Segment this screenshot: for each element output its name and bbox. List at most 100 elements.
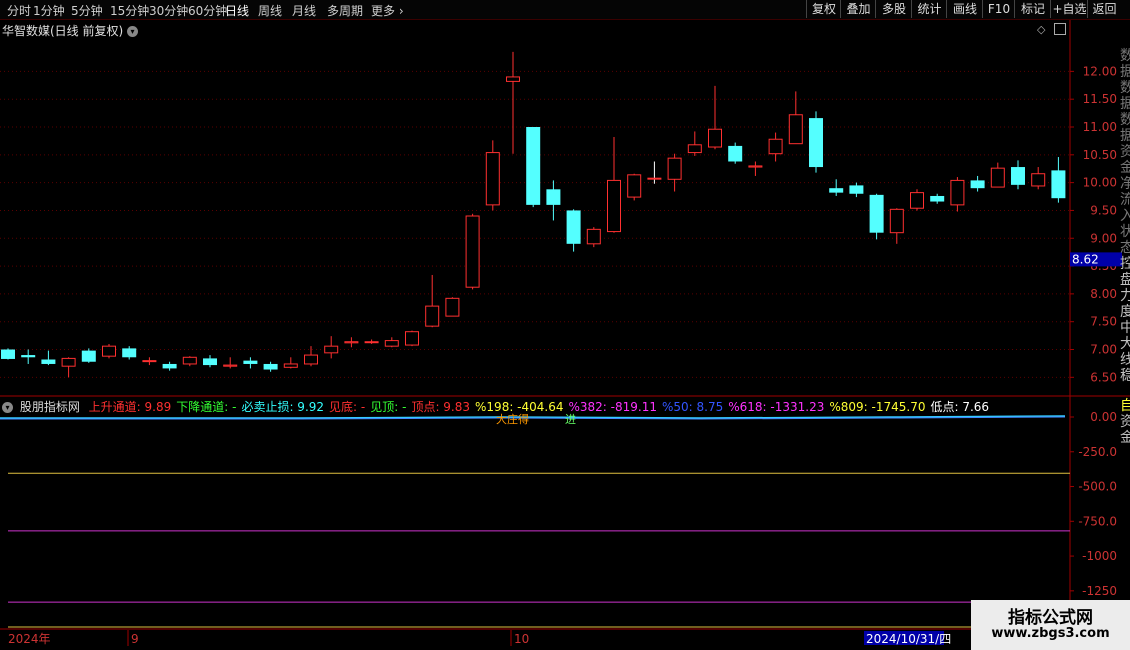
watermark-logo: 指标公式网 www.zbgs3.com: [971, 600, 1130, 650]
candle: [930, 193, 945, 204]
indicator-value-5: 顶点: 9.83: [411, 400, 471, 414]
indicator-header: ▾ 股朋指标网 上升通道: 9.89 下降通道: - 必卖止损: 9.92 见底: -…: [2, 398, 999, 414]
indicator-value-6: %198: -404.64: [475, 400, 564, 414]
candle-body: [223, 364, 238, 367]
kline-chart[interactable]: 12.0011.5011.0010.5010.009.509.008.508.0…: [0, 0, 1130, 650]
candle: [445, 297, 460, 317]
date-month-label: 9: [131, 632, 139, 646]
candle: [950, 177, 965, 212]
candle-body: [263, 363, 278, 370]
side-panel-char: 度: [1120, 304, 1130, 320]
candle-body: [1031, 173, 1046, 187]
indicator-value-8: %50: 8.75: [661, 400, 724, 414]
candle: [21, 349, 36, 364]
indicator-value-4: 见顶: -: [370, 400, 407, 414]
candle: [586, 227, 601, 248]
candle-body: [667, 157, 682, 180]
candle-body: [768, 138, 783, 155]
current-price-label: 8.62: [1072, 252, 1099, 266]
candle-body: [1011, 167, 1025, 185]
candle-body: [728, 145, 743, 162]
candle-body: [748, 165, 763, 168]
indicator-annotation: 大庄得: [496, 412, 529, 426]
candle: [405, 330, 419, 347]
candle-body: [788, 114, 803, 145]
indicator-axis-label: -750.0: [1078, 514, 1117, 528]
candle-body: [930, 195, 945, 202]
side-panel-char: 中: [1120, 320, 1130, 336]
candle: [223, 357, 238, 369]
candle: [728, 142, 743, 164]
candle-body: [990, 167, 1005, 188]
indicator-value-9: %618: -1331.23: [728, 400, 825, 414]
candle-body: [849, 185, 864, 194]
date-month-label: 10: [514, 632, 529, 646]
candle-body: [485, 152, 500, 206]
candle-body: [1051, 170, 1066, 199]
candle: [708, 85, 722, 150]
side-panel-char-lower: 资: [1120, 414, 1130, 430]
side-panel-char: 据: [1120, 128, 1130, 144]
candle: [607, 137, 621, 233]
indicator-axis-label: -1250: [1082, 584, 1117, 598]
candle-body: [122, 348, 137, 358]
candle: [384, 337, 399, 348]
candle: [869, 193, 884, 240]
candle: [61, 357, 76, 378]
candle: [566, 209, 581, 252]
side-panel-char: 数: [1120, 48, 1130, 64]
candle: [829, 179, 844, 196]
candle-body: [81, 350, 96, 362]
candle-body: [142, 360, 157, 363]
side-panel-char: 线: [1120, 352, 1130, 368]
candle: [142, 357, 157, 366]
side-panel-char: 状: [1120, 224, 1130, 240]
price-axis-label: 6.50: [1090, 370, 1117, 384]
indicator-axis-label: -1000: [1082, 549, 1117, 563]
candle-body: [344, 341, 359, 344]
indicator-name[interactable]: 股朋指标网: [20, 400, 80, 414]
side-panel-char: 流: [1120, 192, 1130, 208]
candle-body: [566, 210, 581, 244]
candle-body: [869, 194, 884, 233]
candle: [283, 357, 298, 369]
price-axis-label: 7.00: [1090, 343, 1117, 357]
candle-body: [586, 228, 601, 245]
chevron-down-icon[interactable]: ▾: [2, 402, 13, 413]
candle: [263, 361, 278, 372]
candle: [1031, 167, 1046, 190]
date-year-label: 2024年: [8, 632, 51, 646]
indicator-value-2: 必卖止损: 9.92: [241, 400, 325, 414]
price-axis-label: 12.00: [1083, 64, 1117, 78]
side-panel-char: 盘: [1120, 271, 1130, 288]
side-panel-char: 大: [1120, 336, 1130, 352]
indicator-axis-label: 0.00: [1090, 410, 1117, 424]
candle: [81, 348, 96, 363]
side-panel-char: 稳: [1120, 368, 1130, 384]
candle: [1, 348, 15, 360]
cursor-date-label: 2024/10/31/四: [866, 632, 951, 646]
candle-body: [506, 76, 520, 82]
side-panel-char: 力: [1120, 288, 1130, 304]
indicator-value-7: %382: -819.11: [568, 400, 657, 414]
candle: [203, 355, 217, 368]
candle-body: [425, 305, 440, 327]
candle: [809, 111, 823, 173]
indicator-value-11: 低点: 7.66: [930, 400, 990, 414]
candle: [344, 337, 359, 348]
candle-body: [607, 179, 621, 233]
candle: [425, 274, 440, 328]
candle: [324, 336, 339, 359]
candle: [162, 361, 177, 371]
candle-body: [687, 144, 702, 154]
side-panel-char: 态: [1120, 240, 1130, 256]
candle-body: [61, 357, 76, 367]
candle: [102, 343, 116, 359]
candle: [243, 357, 258, 369]
candle: [748, 161, 763, 176]
candle-body: [445, 297, 460, 317]
price-axis-label: 10.50: [1083, 148, 1117, 162]
candle-body: [41, 359, 56, 364]
indicator-value-10: %809: -1745.70: [829, 400, 926, 414]
candle-body: [708, 128, 722, 148]
